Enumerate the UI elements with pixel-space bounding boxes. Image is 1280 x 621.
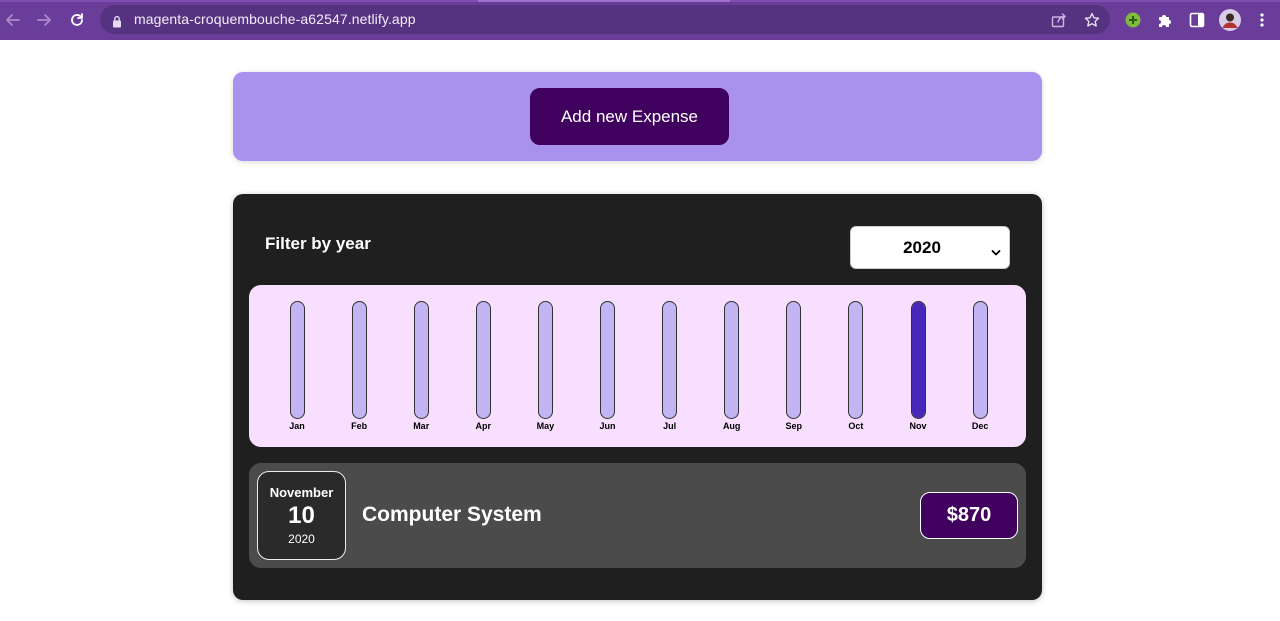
reload-icon[interactable] bbox=[66, 9, 88, 31]
chart-bar-track bbox=[351, 301, 367, 419]
forward-icon[interactable] bbox=[33, 9, 55, 31]
expense-date-year: 2020 bbox=[288, 532, 315, 546]
chart-bar-track bbox=[600, 301, 615, 419]
chart-bar-fill bbox=[911, 302, 925, 418]
menu-kebab-icon[interactable] bbox=[1251, 9, 1273, 31]
chart-bar-jan: Jan bbox=[289, 301, 305, 431]
chart-bar-label: May bbox=[536, 421, 555, 431]
chart-bar-feb: Feb bbox=[351, 301, 367, 431]
chart-bar-track bbox=[724, 301, 740, 419]
chart-bar-label: Apr bbox=[475, 421, 492, 431]
bookmark-star-icon[interactable] bbox=[1083, 11, 1101, 29]
chart-bar-track bbox=[537, 301, 553, 419]
chart-bar-apr: Apr bbox=[475, 301, 491, 431]
chart-bar-dec: Dec bbox=[972, 301, 988, 431]
browser-toolbar: magenta-croquembouche-a62547.netlify.app bbox=[0, 0, 1280, 40]
chart-bar-may: May bbox=[536, 301, 555, 431]
chart-bar-label: Oct bbox=[848, 421, 864, 431]
chart-bar-label: Feb bbox=[351, 421, 368, 431]
chart-bar-mar: Mar bbox=[413, 301, 429, 431]
year-filter-select[interactable]: 2020 bbox=[850, 226, 1010, 269]
tab-strip-edge bbox=[0, 0, 1280, 2]
chart-bar-label: Aug bbox=[722, 421, 741, 431]
chart-bar-jul: Jul bbox=[662, 301, 678, 431]
chart-bar-label: Nov bbox=[909, 421, 927, 431]
chart-bar-label: Sep bbox=[785, 421, 803, 431]
chart-bar-nov: Nov bbox=[909, 301, 927, 431]
chart-bar-sep: Sep bbox=[786, 301, 802, 431]
chart-bar-track bbox=[786, 301, 802, 419]
chevron-down-icon bbox=[991, 242, 1001, 261]
chart-bar-track bbox=[475, 301, 491, 419]
chart-bar-label: Jan bbox=[289, 421, 305, 431]
chart-bar-track bbox=[662, 301, 678, 419]
chart-bar-track bbox=[910, 301, 926, 419]
new-expense-panel: Add new Expense bbox=[233, 72, 1042, 161]
back-icon[interactable] bbox=[2, 9, 24, 31]
chart-bar-aug: Aug bbox=[722, 301, 741, 431]
expenses-chart: Jan Feb Mar Apr May Jun Jul Aug Sep Oct Nov Dec bbox=[249, 285, 1026, 447]
puzzle-extensions-icon[interactable] bbox=[1154, 9, 1176, 31]
chart-bar-jun: Jun bbox=[600, 301, 616, 431]
expense-title: Computer System bbox=[362, 503, 542, 526]
chart-bar-oct: Oct bbox=[848, 301, 864, 431]
share-icon[interactable] bbox=[1050, 11, 1068, 29]
add-new-expense-button[interactable]: Add new Expense bbox=[530, 88, 729, 145]
expense-date-day: 10 bbox=[288, 502, 315, 529]
expense-date-month: November bbox=[269, 485, 334, 500]
expense-price: $870 bbox=[920, 492, 1018, 539]
url-text: magenta-croquembouche-a62547.netlify.app bbox=[134, 11, 416, 27]
chart-bar-label: Mar bbox=[413, 421, 430, 431]
chart-bar-track bbox=[413, 301, 429, 419]
address-bar[interactable]: magenta-croquembouche-a62547.netlify.app bbox=[100, 5, 1110, 34]
chart-bar-label: Dec bbox=[971, 421, 989, 431]
expense-item: November 10 2020 Computer System $870 bbox=[249, 463, 1026, 568]
chart-bar-label: Jun bbox=[599, 421, 616, 431]
extension-green-icon[interactable] bbox=[1122, 9, 1144, 31]
chart-bar-track bbox=[848, 301, 864, 419]
chart-bar-track bbox=[289, 301, 305, 419]
profile-avatar-icon[interactable] bbox=[1219, 9, 1241, 31]
filter-label: Filter by year bbox=[265, 234, 371, 253]
lock-icon bbox=[112, 13, 122, 32]
chart-bar-track bbox=[972, 301, 988, 419]
chart-bar-label: Jul bbox=[663, 421, 677, 431]
active-tab-edge bbox=[478, 0, 730, 2]
year-filter-value: 2020 bbox=[903, 237, 941, 257]
expenses-panel: Filter by year 2020 Jan Feb Mar Apr May Jun Ju… bbox=[233, 194, 1042, 600]
side-panel-icon[interactable] bbox=[1186, 9, 1208, 31]
expense-date: November 10 2020 bbox=[257, 471, 346, 560]
